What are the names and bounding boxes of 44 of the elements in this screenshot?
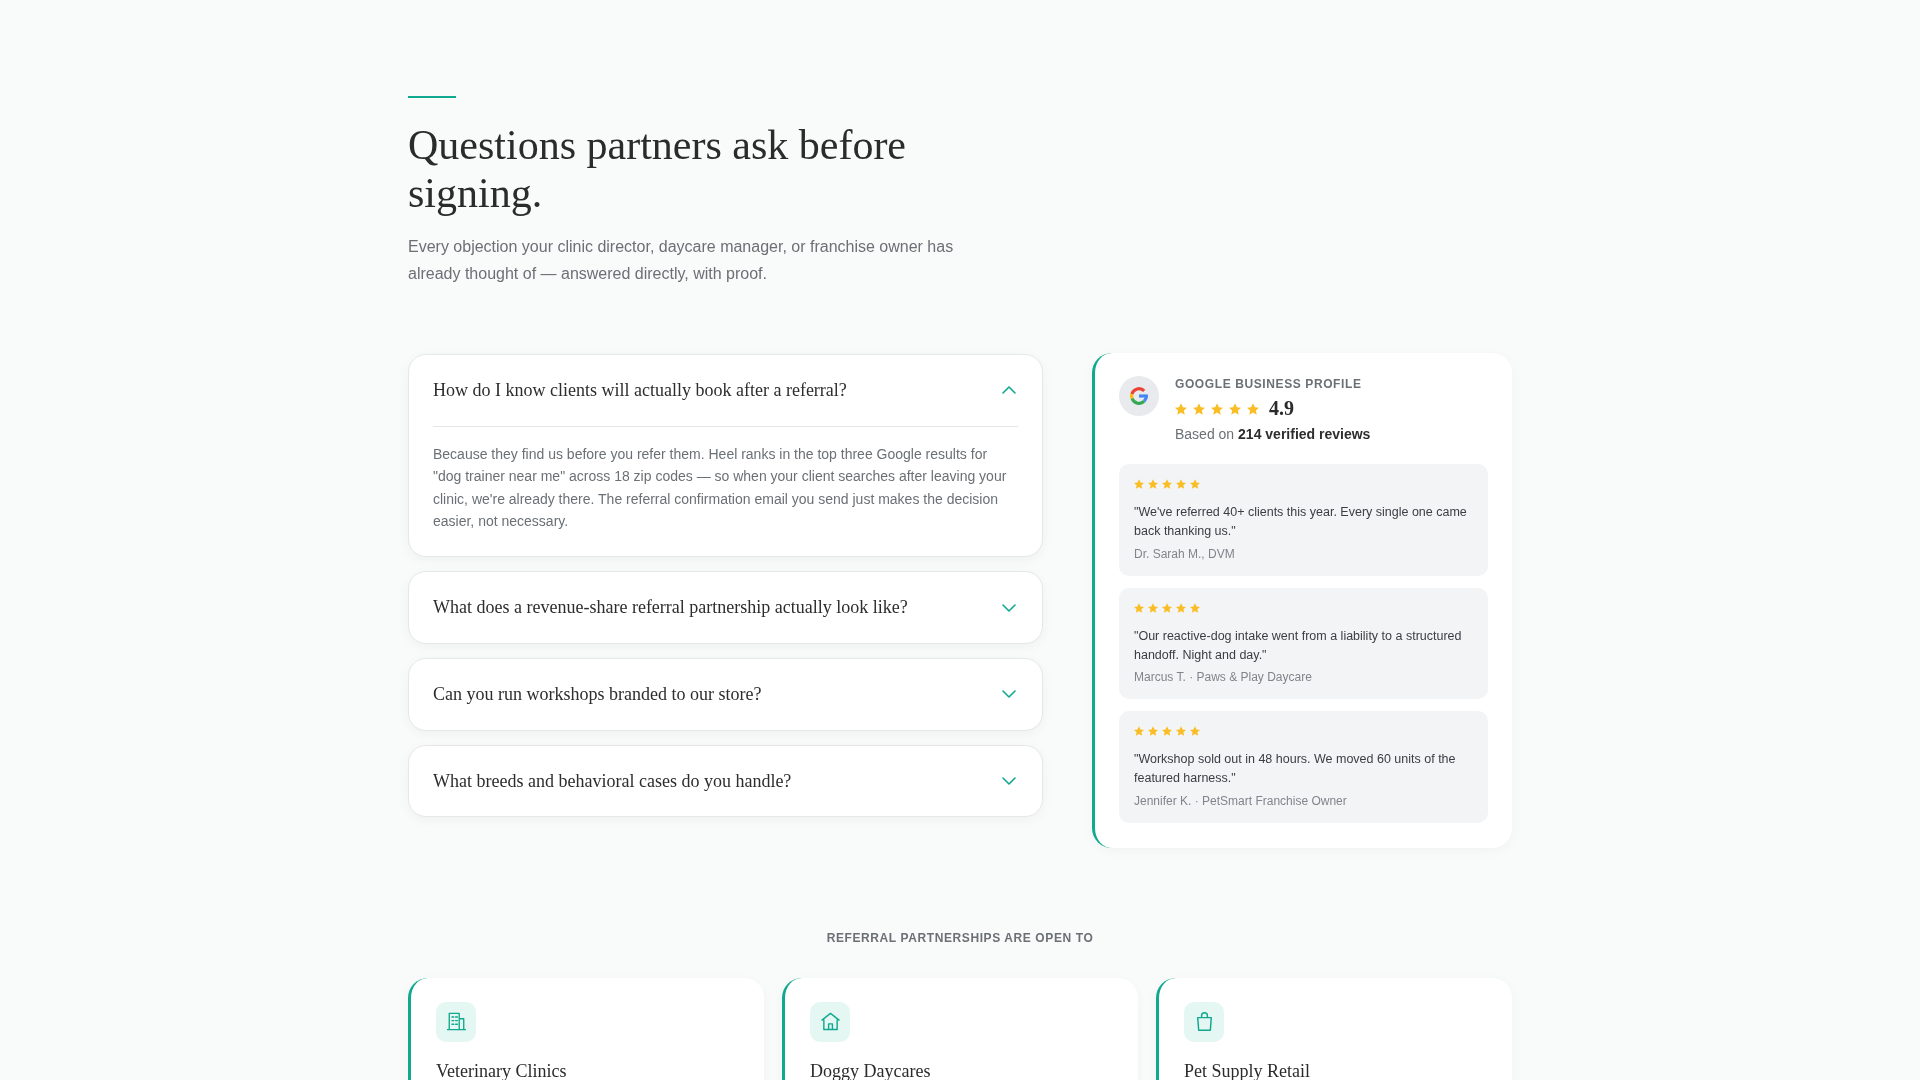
house-icon xyxy=(810,1001,850,1042)
star-icon xyxy=(1176,602,1186,613)
rating-value: 4.9 xyxy=(1269,396,1294,421)
star-icon xyxy=(1148,726,1158,737)
star-icon xyxy=(1162,602,1172,613)
star-icon xyxy=(1134,602,1144,613)
star-icon xyxy=(1190,479,1200,489)
star-icon xyxy=(1211,402,1223,415)
star-icon xyxy=(1193,402,1205,415)
review-author: Marcus T. · Paws & Play Daycare xyxy=(1134,669,1313,687)
shopping-bag-icon xyxy=(1184,1001,1224,1042)
review-quote: "Our reactive-dog intake went from a liability to a structured handoff. Night and day." xyxy=(1134,627,1463,664)
star-icon xyxy=(1162,479,1172,489)
review-author: Dr. Sarah M., DVM xyxy=(1134,545,1236,563)
review-author: Jennifer K. · PetSmart Franchise Owner xyxy=(1134,793,1348,811)
faq-question[interactable]: Can you run workshops branded to our store? xyxy=(409,659,1042,730)
partners-heading: REFERRAL PARTNERSHIPS ARE OPEN TO xyxy=(825,930,1095,947)
review-source-label: GOOGLE BUSINESS PROFILE xyxy=(1175,376,1363,392)
star-icon xyxy=(1247,402,1259,415)
star-icon xyxy=(1175,402,1187,415)
faq-question[interactable]: How do I know clients will actually book after a referral? xyxy=(409,355,1042,426)
star-icon xyxy=(1134,479,1144,489)
partner-title: Pet Supply Retail xyxy=(1184,1059,1311,1080)
review-summary: Based on 214 verified reviews xyxy=(1175,425,1371,444)
star-icon xyxy=(1162,726,1172,737)
partner-title: Doggy Daycares xyxy=(810,1059,932,1080)
building-icon xyxy=(436,1001,476,1042)
star-icon xyxy=(1134,726,1144,737)
faq-question[interactable]: What does a revenue-share referral partnership actually look like? xyxy=(409,572,1042,644)
g-logo-icon xyxy=(1119,376,1159,416)
star-icon xyxy=(1148,602,1158,613)
star-icon xyxy=(1176,479,1186,489)
review-quote: "We've referred 40+ clients this year. Every single one came back thanking us." xyxy=(1134,504,1468,540)
faq-question[interactable]: What breeds and behavioral cases do you handle? xyxy=(409,745,1042,817)
star-icon xyxy=(1148,479,1158,489)
star-icon xyxy=(1190,726,1200,737)
review-quote: "Workshop sold out in 48 hours. We moved 60 units of the featured harness." xyxy=(1134,751,1457,788)
section-heading: Questions partners ask before signing. xyxy=(408,122,907,217)
star-icon xyxy=(1176,726,1186,737)
star-icon xyxy=(1190,602,1200,613)
faq-answer: Because they find us before you refer them. Heel ranks in the top three Google results for "dog trainer near me" across 18 zip codes — so when your client searches after leaving your clinic, we're already there. The referral confirmation email you send just makes the decision easier, not necessary. xyxy=(433,444,1008,531)
partner-title: Veterinary Clinics xyxy=(436,1059,568,1080)
star-icon xyxy=(1229,402,1241,415)
section-subtitle: Every objection your clinic director, daycare manager, or franchise owner has already thought of — answered directly, with proof. xyxy=(408,237,955,284)
